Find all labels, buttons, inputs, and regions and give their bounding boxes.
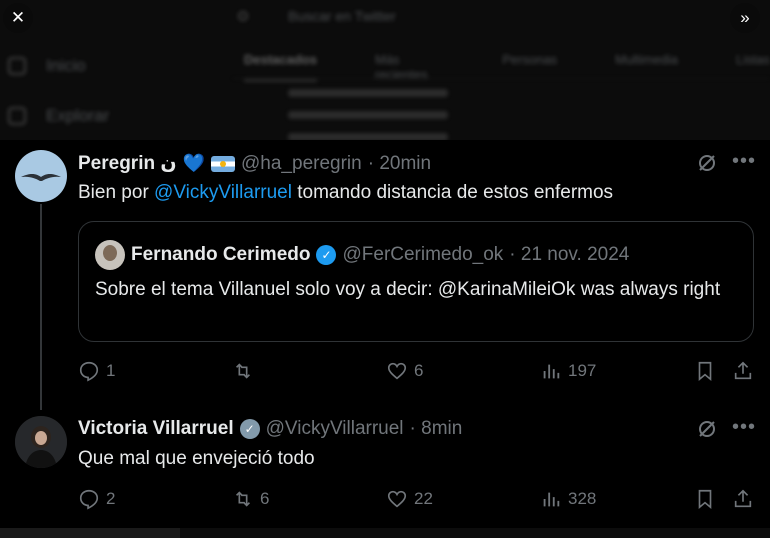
thread-connector xyxy=(40,204,42,410)
timestamp[interactable]: · 8min xyxy=(410,418,463,440)
quoted-tweet-header: Fernando Cerimedo ✓ @FerCerimedo_ok · 21… xyxy=(95,240,629,270)
bottom-edge xyxy=(0,528,770,538)
expand-button[interactable]: » xyxy=(730,3,760,33)
share-button[interactable] xyxy=(732,488,754,510)
handle: @FerCerimedo_ok xyxy=(342,244,504,265)
divider xyxy=(232,78,770,79)
retweet-icon xyxy=(235,363,251,379)
eagle-icon xyxy=(21,173,61,181)
views-count: 197 xyxy=(568,361,597,380)
like-count: 6 xyxy=(414,361,424,380)
display-name: Fernando Cerimedo xyxy=(131,244,311,265)
search-placeholder: Buscar en Twitter xyxy=(288,8,396,24)
background-search: Buscar en Twitter xyxy=(238,8,396,24)
views-button[interactable]: 328 xyxy=(540,488,596,510)
timestamp: · 21 nov. 2024 xyxy=(509,244,630,265)
like-count: 22 xyxy=(414,489,433,508)
more-options-icon[interactable]: ••• xyxy=(732,416,756,439)
quoted-tweet-text: Sobre el tema Villanuel solo voy a decir… xyxy=(95,279,721,300)
thread-panel: Peregrin ن 💙 @ha_peregrin · 20min ••• Bi… xyxy=(0,140,770,538)
blue-heart-icon: 💙 xyxy=(182,153,206,173)
handle[interactable]: @VickyVillarruel xyxy=(266,418,404,440)
tweet-text: Que mal que envejeció todo xyxy=(78,448,315,469)
views-count: 328 xyxy=(568,489,597,508)
retweet-icon xyxy=(235,491,251,507)
reply-button[interactable]: 2 xyxy=(78,488,115,510)
heart-icon xyxy=(387,362,407,380)
retweet-count: 6 xyxy=(260,489,270,508)
retweet-button[interactable]: 6 xyxy=(232,488,269,510)
share-icon xyxy=(734,489,752,508)
display-name[interactable]: Victoria Villarruel xyxy=(78,418,234,440)
tweet-header: Peregrin ن 💙 @ha_peregrin · 20min xyxy=(78,152,431,175)
reply-icon xyxy=(79,361,99,382)
tweet-text-part: tomando distancia de estos enfermos xyxy=(291,182,614,203)
verified-badge-icon: ✓ xyxy=(316,245,337,265)
heart-icon xyxy=(387,490,407,508)
grok-icon[interactable] xyxy=(696,418,718,446)
share-icon xyxy=(734,361,752,380)
search-icon xyxy=(238,11,248,21)
close-button[interactable]: ✕ xyxy=(3,3,33,33)
tweet-header: Victoria Villarruel ✓ @VickyVillarruel ·… xyxy=(78,418,462,440)
views-button[interactable]: 197 xyxy=(540,360,596,382)
argentina-flag-icon xyxy=(211,155,236,172)
grok-icon[interactable] xyxy=(696,152,718,180)
avatar[interactable] xyxy=(15,416,67,468)
bottom-edge-stub xyxy=(0,528,180,538)
avatar[interactable] xyxy=(15,150,67,202)
tweet-actions: 2 6 22 328 xyxy=(78,488,754,514)
mention-link[interactable]: @VickyVillarruel xyxy=(154,182,292,203)
like-button[interactable]: 22 xyxy=(386,488,433,510)
bookmark-icon xyxy=(698,361,712,382)
analytics-icon xyxy=(543,492,560,507)
timestamp[interactable]: · 20min xyxy=(368,153,431,175)
nav-item-home: Inicio xyxy=(8,56,109,76)
profile-photo-icon xyxy=(15,416,67,468)
background-layer: Buscar en Twitter Inicio Explorar Destac… xyxy=(0,0,770,140)
quoted-tweet[interactable]: Fernando Cerimedo ✓ @FerCerimedo_ok · 21… xyxy=(78,221,754,342)
reply-icon xyxy=(79,489,99,510)
reply-count: 1 xyxy=(106,361,116,380)
analytics-icon xyxy=(543,364,560,379)
reply-button[interactable]: 1 xyxy=(78,360,115,382)
verified-government-badge-icon: ✓ xyxy=(239,419,260,439)
background-tweet-preview xyxy=(288,82,448,140)
search-icon xyxy=(8,107,26,125)
close-icon: ✕ xyxy=(10,8,26,27)
retweet-button[interactable] xyxy=(232,360,260,382)
tweet-actions: 1 6 197 xyxy=(78,360,754,386)
home-icon xyxy=(8,57,26,75)
background-nav: Inicio Explorar xyxy=(8,56,109,140)
more-options-icon[interactable]: ••• xyxy=(732,150,756,173)
chevron-double-right-icon: » xyxy=(740,8,750,27)
handle[interactable]: @ha_peregrin xyxy=(241,153,362,175)
bookmark-icon xyxy=(698,489,712,510)
display-name[interactable]: Peregrin ن xyxy=(78,152,177,175)
nav-item-explore: Explorar xyxy=(8,106,109,126)
share-button[interactable] xyxy=(732,360,754,382)
bookmark-button[interactable] xyxy=(694,360,716,382)
nav-label: Explorar xyxy=(46,106,110,125)
like-button[interactable]: 6 xyxy=(386,360,423,382)
tweet-text-part: Bien por xyxy=(78,182,155,203)
nav-label: Inicio xyxy=(46,56,86,75)
tweet-text: Bien por @VickyVillarruel tomando distan… xyxy=(78,182,613,204)
avatar xyxy=(95,240,125,270)
reply-count: 2 xyxy=(106,489,116,508)
bookmark-button[interactable] xyxy=(694,488,716,510)
